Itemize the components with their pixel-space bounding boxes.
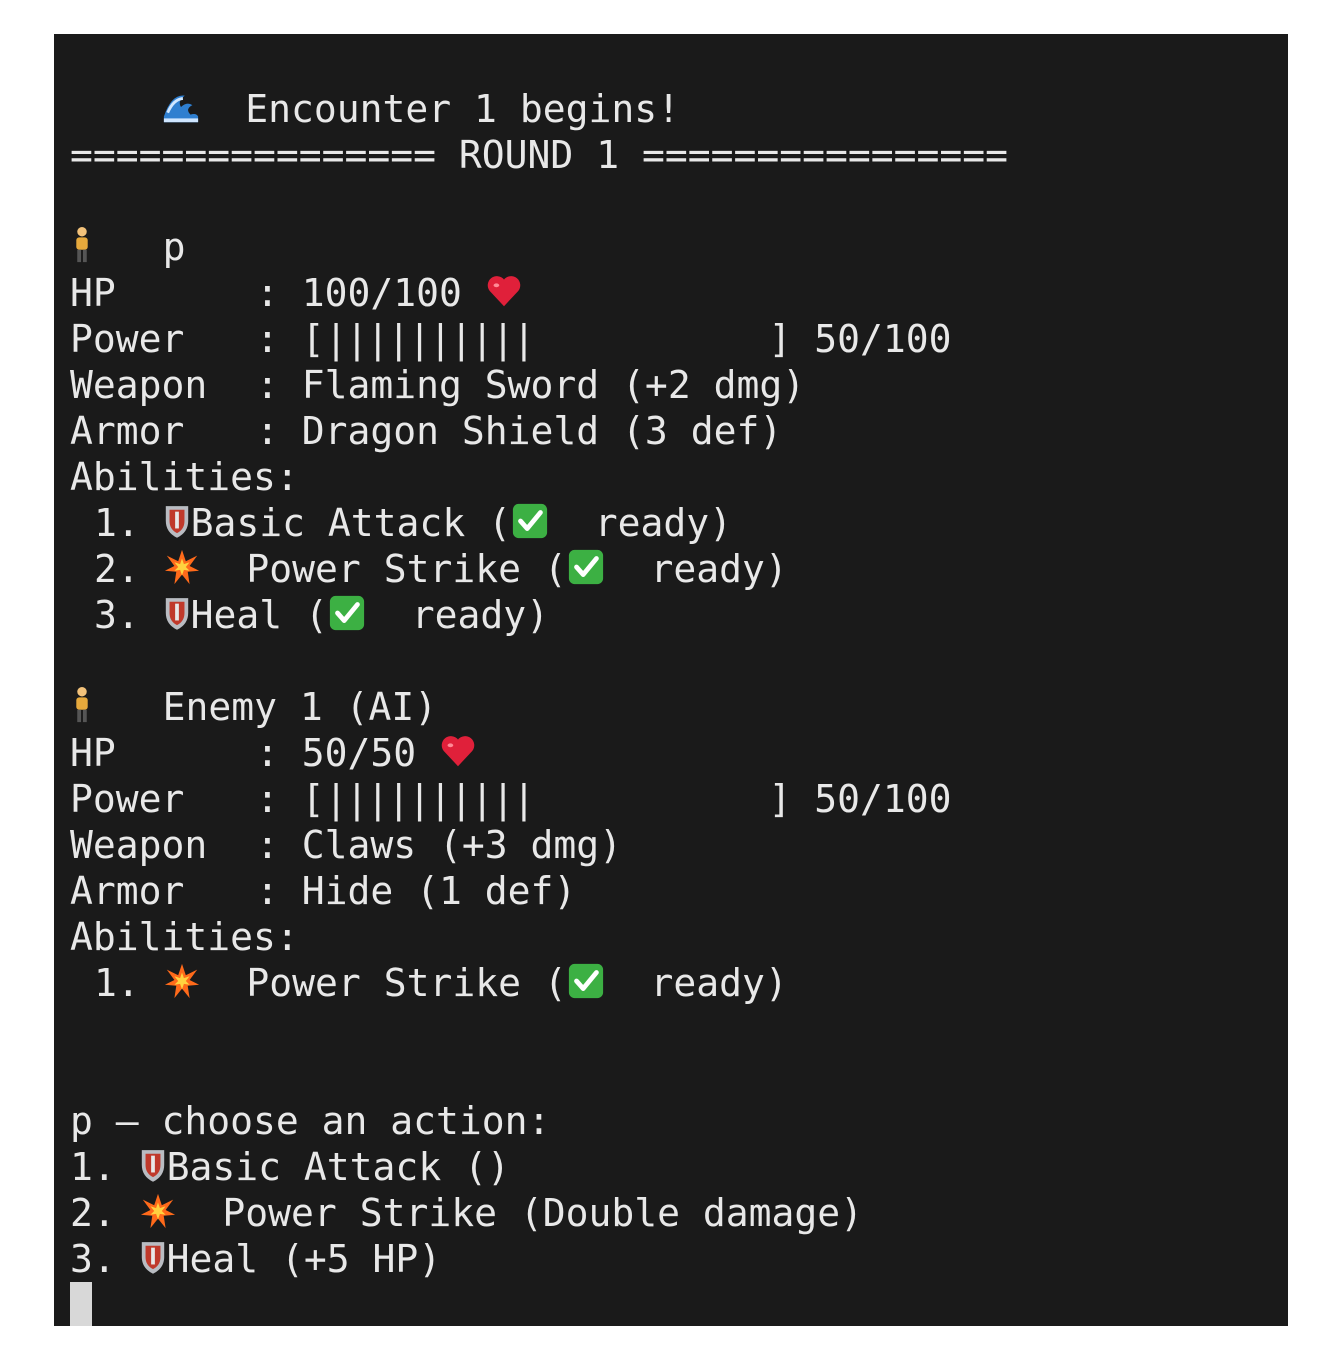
power-bar-fill: |||||||||| [324, 317, 536, 361]
shield-icon [139, 1238, 167, 1276]
player-armor-value: Dragon Shield (3 def) [301, 409, 783, 453]
ability-number: 1. [94, 961, 140, 1005]
wave-icon [162, 88, 200, 126]
player-abilities-heading: Abilities: [70, 455, 299, 499]
player-hp-value: 100/100 [301, 271, 462, 315]
player-power-line: Power: [||||||||||] 50/100 [70, 317, 952, 361]
enemy-power-value: 50/100 [814, 777, 952, 821]
check-icon [328, 594, 366, 632]
player-power-value: 50/100 [814, 317, 952, 361]
burst-icon [163, 548, 201, 586]
player-hp-line: HP: 100/100 [70, 270, 1288, 316]
check-icon [511, 502, 549, 540]
action-option-1[interactable]: 1. Basic Attack () [70, 1144, 1288, 1190]
ability-name: Basic Attack [190, 501, 466, 545]
power-bar-close: ] [768, 777, 792, 821]
enemy-hp-line: HP: 50/50 [70, 730, 1288, 776]
enemy-armor-line: Armor: Hide (1 def) [70, 869, 577, 913]
ability-name: Heal [190, 593, 283, 637]
weapon-label: Weapon [70, 823, 208, 867]
input-line[interactable] [70, 1282, 1288, 1326]
ability-number: 3. [94, 593, 140, 637]
player-ability-item: 3. Heal ( ready) [94, 593, 549, 637]
option-number: 3. [70, 1237, 116, 1281]
weapon-label: Weapon [70, 363, 208, 407]
enemy-hp-value: 50/50 [301, 731, 417, 775]
enemy-power-line: Power: [||||||||||] 50/100 [70, 777, 952, 821]
option-text: Heal (+5 HP) [166, 1237, 442, 1281]
ability-number: 1. [94, 501, 140, 545]
player-armor-line: Armor: Dragon Shield (3 def) [70, 409, 783, 453]
power-bar-open: [ [301, 317, 325, 361]
enemy-weapon-value: Claws (+3 dmg) [301, 823, 623, 867]
person-icon [70, 226, 94, 264]
option-text: Basic Attack () [166, 1145, 510, 1189]
option-number: 1. [70, 1145, 116, 1189]
enemy-armor-value: Hide (1 def) [301, 869, 577, 913]
player-weapon-value: Flaming Sword (+2 dmg) [301, 363, 806, 407]
player-name: p [162, 225, 186, 269]
player-ability-item: 1. Basic Attack ( ready) [94, 501, 733, 545]
ability-name: Power Strike [246, 547, 521, 591]
ability-number: 2. [94, 547, 140, 591]
text-cursor[interactable] [70, 1282, 92, 1326]
ability-status: ready [650, 961, 765, 1005]
encounter-line: Encounter 1 begins! [70, 40, 1288, 131]
encounter-text: Encounter 1 begins! [245, 87, 680, 131]
enemy-ability-item: 1. Power Strike ( ready) [94, 961, 788, 1005]
ability-status: ready [594, 501, 710, 545]
player-name-line: p [70, 224, 1288, 270]
ability-status: ready [650, 547, 765, 591]
enemy-weapon-line: Weapon: Claws (+3 dmg) [70, 823, 623, 867]
shield-icon [163, 502, 191, 540]
shield-icon [139, 1146, 167, 1184]
power-bar-fill: |||||||||| [324, 777, 536, 821]
hp-label: HP [70, 271, 116, 315]
option-number: 2. [70, 1191, 116, 1235]
burst-icon [163, 962, 201, 1000]
shield-icon [163, 594, 191, 632]
player-weapon-line: Weapon: Flaming Sword (+2 dmg) [70, 363, 806, 407]
heart-icon [485, 272, 523, 310]
heart-icon [439, 732, 477, 770]
hp-label: HP [70, 731, 116, 775]
enemy-abilities-heading: Abilities: [70, 915, 299, 959]
armor-label: Armor [70, 869, 185, 913]
power-bar-close: ] [768, 317, 792, 361]
action-option-2[interactable]: 2. Power Strike (Double damage) [70, 1190, 1288, 1236]
check-icon [567, 962, 605, 1000]
option-text: Power Strike (Double damage) [222, 1191, 864, 1235]
power-label: Power [70, 777, 185, 821]
power-bar-open: [ [301, 777, 325, 821]
burst-icon [139, 1192, 177, 1230]
check-icon [567, 548, 605, 586]
terminal-window[interactable]: Encounter 1 begins! ================ ROU… [54, 34, 1288, 1326]
armor-label: Armor [70, 409, 185, 453]
action-prompt: p — choose an action: [70, 1099, 551, 1143]
action-option-3[interactable]: 3. Heal (+5 HP) [70, 1236, 1288, 1282]
enemy-name: Enemy 1 (AI) [162, 685, 438, 729]
player-ability-item: 2. Power Strike ( ready) [94, 547, 788, 591]
enemy-name-line: Enemy 1 (AI) [70, 684, 1288, 730]
power-label: Power [70, 317, 185, 361]
round-banner: ================ ROUND 1 ===============… [70, 133, 1008, 177]
person-icon [70, 686, 94, 724]
ability-name: Power Strike [246, 961, 521, 1005]
ability-status: ready [411, 593, 527, 637]
